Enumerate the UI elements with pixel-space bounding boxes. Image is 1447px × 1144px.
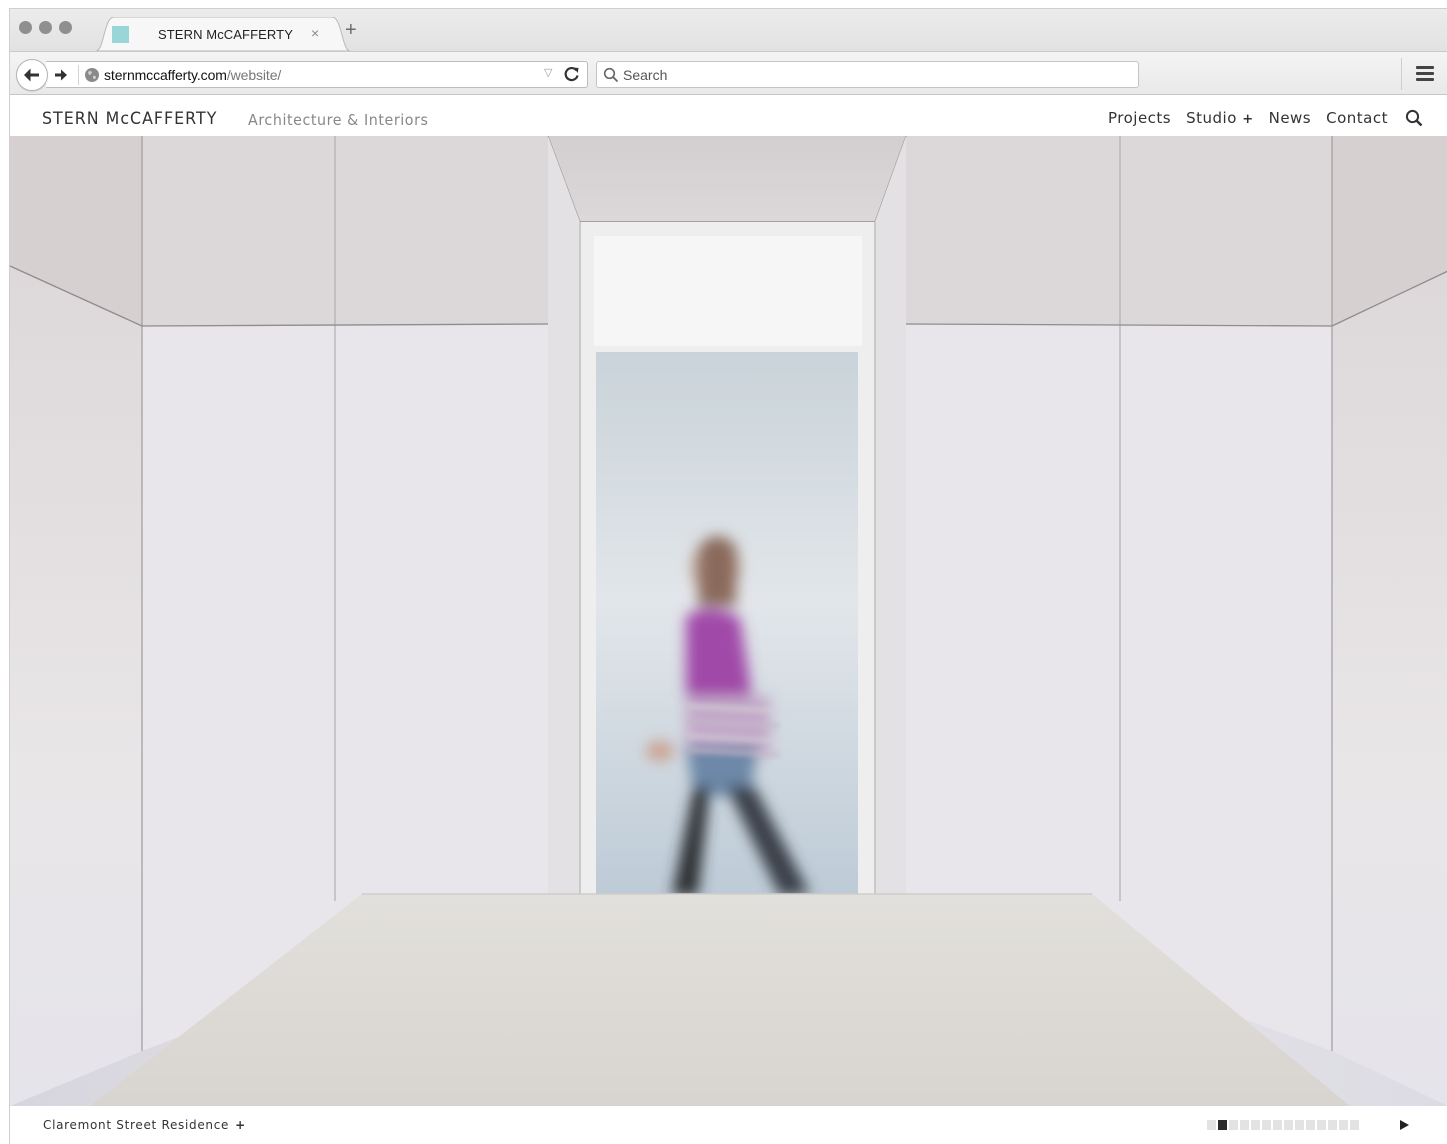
slide-indicator[interactable] bbox=[1273, 1120, 1282, 1130]
browser-toolbar: sternmccafferty.com/website/ ▽ bbox=[10, 51, 1447, 95]
toolbar-separator bbox=[1401, 58, 1402, 90]
tab-close-icon[interactable]: × bbox=[311, 25, 319, 41]
slide-indicator[interactable] bbox=[1207, 1120, 1216, 1130]
site-tagline: Architecture & Interiors bbox=[248, 111, 429, 129]
slide-indicator[interactable] bbox=[1306, 1120, 1315, 1130]
slide-indicator[interactable] bbox=[1262, 1120, 1271, 1130]
forward-arrow-icon[interactable] bbox=[54, 68, 68, 82]
slide-indicator[interactable] bbox=[1317, 1120, 1326, 1130]
page-footer: Claremont Street Residence + bbox=[10, 1106, 1447, 1144]
slide-indicator[interactable] bbox=[1229, 1120, 1238, 1130]
tab-title: STERN McCAFFERTY bbox=[158, 27, 293, 42]
slide-indicator[interactable] bbox=[1328, 1120, 1337, 1130]
browser-search-input[interactable] bbox=[623, 65, 1123, 85]
url-text[interactable]: sternmccafferty.com/website/ bbox=[104, 67, 281, 83]
favicon-icon bbox=[112, 26, 129, 43]
url-separator bbox=[78, 65, 79, 85]
reload-icon[interactable] bbox=[564, 66, 580, 82]
caption-plus-icon[interactable]: + bbox=[235, 1118, 246, 1132]
new-tab-button[interactable]: + bbox=[345, 20, 357, 40]
browser-search-bar[interactable] bbox=[596, 61, 1139, 88]
nav-studio-label: Studio bbox=[1186, 109, 1237, 127]
slide-indicator[interactable] bbox=[1350, 1120, 1359, 1130]
nav-studio[interactable]: Studio + bbox=[1186, 109, 1253, 127]
slide-indicator[interactable] bbox=[1251, 1120, 1260, 1130]
url-dropdown-icon[interactable]: ▽ bbox=[544, 66, 552, 79]
play-icon[interactable] bbox=[1398, 1119, 1410, 1131]
tab-bar: STERN McCAFFERTY × + bbox=[10, 9, 1447, 51]
url-host: sternmccafferty.com bbox=[104, 67, 227, 83]
slide-indicators bbox=[1207, 1120, 1359, 1130]
main-nav: Projects Studio + News Contact bbox=[1108, 109, 1423, 127]
project-caption-text: Claremont Street Residence bbox=[43, 1118, 230, 1132]
hero-image bbox=[10, 136, 1447, 1106]
back-arrow-icon bbox=[24, 68, 39, 82]
back-button[interactable] bbox=[16, 59, 48, 91]
nav-news[interactable]: News bbox=[1269, 109, 1312, 127]
slide-indicator[interactable] bbox=[1218, 1120, 1227, 1130]
search-icon bbox=[603, 67, 619, 83]
minimize-window-button[interactable] bbox=[39, 21, 52, 34]
site-search-icon[interactable] bbox=[1405, 109, 1423, 127]
browser-window: STERN McCAFFERTY × + sternmccafferty.com… bbox=[9, 8, 1447, 1144]
slide-indicator[interactable] bbox=[1295, 1120, 1304, 1130]
slide-indicator[interactable] bbox=[1339, 1120, 1348, 1130]
url-path: /website/ bbox=[226, 67, 282, 83]
project-caption[interactable]: Claremont Street Residence + bbox=[43, 1118, 246, 1132]
globe-icon[interactable] bbox=[84, 67, 100, 83]
nav-studio-plus-icon: + bbox=[1242, 112, 1254, 127]
browser-tab[interactable]: STERN McCAFFERTY × bbox=[96, 17, 350, 51]
hamburger-icon[interactable] bbox=[1416, 66, 1434, 82]
url-bar[interactable]: sternmccafferty.com/website/ ▽ bbox=[46, 61, 588, 88]
hero-illustration bbox=[10, 136, 1447, 1106]
nav-projects[interactable]: Projects bbox=[1108, 109, 1171, 127]
slide-indicator[interactable] bbox=[1284, 1120, 1293, 1130]
nav-contact[interactable]: Contact bbox=[1326, 109, 1388, 127]
slide-indicator[interactable] bbox=[1240, 1120, 1249, 1130]
site-logo[interactable]: STERN McCAFFERTY bbox=[42, 109, 217, 129]
site-header: STERN McCAFFERTY Architecture & Interior… bbox=[10, 96, 1447, 136]
close-window-button[interactable] bbox=[19, 21, 32, 34]
zoom-window-button[interactable] bbox=[59, 21, 72, 34]
